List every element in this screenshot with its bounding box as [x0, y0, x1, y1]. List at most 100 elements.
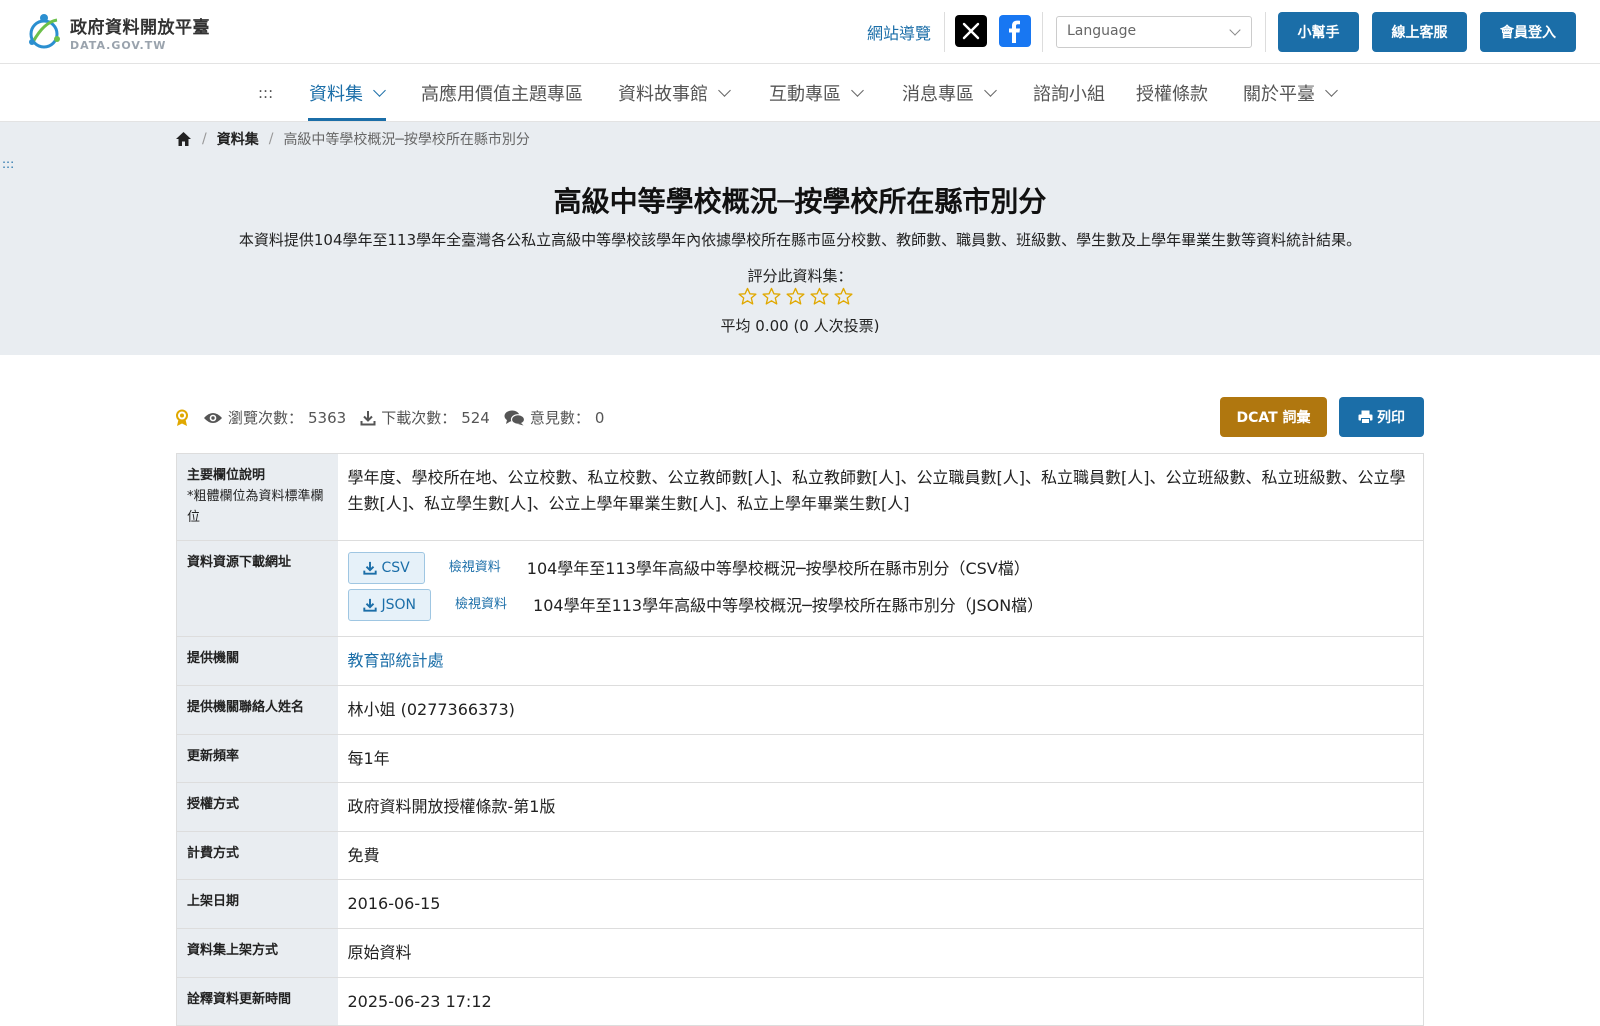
view-data-link[interactable]: 檢視資料	[455, 595, 507, 616]
row-value: 教育部統計處	[337, 636, 1424, 686]
print-button[interactable]: 列印	[1339, 397, 1424, 437]
active-nav-indicator	[308, 118, 386, 121]
rating-label: 評分此資料集：	[747, 267, 853, 285]
eye-icon	[204, 412, 222, 423]
row-label: 上架日期	[176, 879, 338, 929]
row-value: 每1年	[337, 733, 1424, 783]
logo-title: 政府資料開放平臺	[70, 17, 210, 38]
row-label: 詮釋資料更新時間	[176, 976, 338, 1026]
member-login-button[interactable]: 會員登入	[1480, 12, 1576, 52]
facebook-logo-icon	[1009, 20, 1020, 43]
online-support-button[interactable]: 線上客服	[1372, 12, 1467, 52]
nav-item-label: 消息專區	[902, 84, 974, 105]
comment-count: 意見數： 0	[504, 407, 604, 428]
dcat-vocabulary-button[interactable]: DCAT 詞彙	[1220, 397, 1327, 437]
download-icon	[362, 599, 377, 613]
chevron-down-icon	[851, 84, 864, 97]
row-label: 資料集上架方式	[176, 927, 338, 978]
table-row: 授權方式 政府資料開放授權條款-第1版	[176, 782, 1424, 832]
download-count: 下載次數： 524	[360, 407, 490, 428]
dataset-stats: 瀏覽次數： 5363 下載次數： 524 意見數： 0	[175, 407, 618, 428]
download-icon	[360, 410, 376, 425]
resources-list: CSV 檢視資料 104學年至113學年高級中等學校概況─按學校所在縣市別分（C…	[337, 540, 1424, 637]
nav-item-high-value[interactable]: 高應用價值主題專區	[421, 80, 583, 106]
fields-label: 主要欄位說明	[187, 468, 266, 483]
row-value: 2025-06-23 17:12	[337, 976, 1424, 1026]
row-label: 計費方式	[176, 830, 338, 880]
site-logo[interactable]: 政府資料開放平臺 DATA.GOV.TW	[24, 12, 210, 52]
breadcrumb-current: 高級中等學校概況─按學校所在縣市別分	[283, 132, 530, 148]
printer-icon	[1358, 410, 1373, 424]
table-row: 資料資源下載網址 CSV 檢視資料 104學年至113學年高級中等學校概況─按學…	[176, 540, 1424, 637]
logo-subtitle: DATA.GOV.TW	[70, 38, 167, 52]
star-icon[interactable]	[834, 287, 853, 306]
nav-item-label: 資料集	[309, 84, 363, 105]
nav-item-label: 諮詢小組	[1033, 84, 1105, 105]
nav-item-license[interactable]: 授權條款	[1136, 80, 1208, 106]
dataset-detail-table: 主要欄位說明 *粗體欄位為資料標準欄位 學年度、學校所在地、公立校數、私立校數、…	[176, 452, 1424, 1026]
language-select-value: Language	[1067, 23, 1137, 39]
nav-item-data-stories[interactable]: 資料故事館	[618, 80, 731, 106]
view-count-value: 5363	[308, 408, 347, 427]
row-label: 更新頻率	[176, 733, 338, 783]
breadcrumb-separator: /	[202, 131, 207, 147]
helper-button[interactable]: 小幫手	[1278, 12, 1359, 52]
row-value: 免費	[337, 830, 1424, 880]
accesskey-anchor[interactable]: :::	[258, 84, 273, 102]
main-nav: ::: 資料集 高應用價值主題專區 資料故事館 互動專區 消息專區 諮詢小組 授…	[0, 64, 1600, 122]
fields-value: 學年度、學校所在地、公立校數、私立校數、公立教師數[人]、私立教師數[人]、公立…	[337, 452, 1424, 541]
chevron-down-icon	[718, 84, 731, 97]
resource-item: JSON 檢視資料 104學年至113學年高級中等學校概況─按學校所在縣市別分（…	[347, 588, 1414, 622]
content-accesskey-anchor[interactable]: :::	[2, 157, 14, 171]
row-value: 原始資料	[337, 927, 1424, 978]
row-label: 提供機關聯絡人姓名	[176, 684, 338, 735]
table-row: 主要欄位說明 *粗體欄位為資料標準欄位 學年度、學校所在地、公立校數、私立校數、…	[176, 452, 1424, 541]
view-count-label: 瀏覽次數：	[228, 409, 304, 427]
download-count-label: 下載次數：	[381, 409, 457, 427]
language-select[interactable]: Language	[1056, 16, 1252, 48]
star-icon[interactable]	[810, 287, 829, 306]
nav-item-about[interactable]: 關於平臺	[1243, 80, 1338, 106]
dataset-description: 本資料提供104學年至113學年全臺灣各公私立高級中等學校該學年內依據學校所在縣…	[238, 231, 1362, 249]
site-nav-link[interactable]: 網站導覽	[867, 20, 931, 44]
row-value: 政府資料開放授權條款-第1版	[337, 782, 1424, 832]
site-header: 政府資料開放平臺 DATA.GOV.TW 網站導覽 Language 小幫手 線…	[0, 0, 1600, 64]
view-count: 瀏覽次數： 5363	[203, 407, 346, 428]
row-value: 林小姐 (0277366373)	[337, 684, 1424, 735]
table-row: 資料集上架方式 原始資料	[176, 927, 1424, 978]
download-csv-button[interactable]: CSV	[347, 552, 425, 585]
resource-name: 104學年至113學年高級中等學校概況─按學校所在縣市別分（CSV檔）	[526, 558, 1030, 578]
nav-item-label: 關於平臺	[1243, 84, 1315, 105]
award-icon	[176, 409, 188, 426]
nav-item-interactive[interactable]: 互動專區	[769, 80, 864, 106]
row-label: 主要欄位說明 *粗體欄位為資料標準欄位	[176, 452, 338, 541]
home-icon[interactable]	[175, 131, 192, 147]
breadcrumb-separator: /	[268, 131, 274, 147]
table-row: 更新頻率 每1年	[176, 733, 1424, 783]
table-row: 詮釋資料更新時間 2025-06-23 17:12	[176, 976, 1424, 1026]
comment-count-label: 意見數：	[529, 409, 590, 427]
chevron-down-icon	[373, 84, 386, 97]
star-icon[interactable]	[738, 287, 757, 306]
download-json-button[interactable]: JSON	[347, 589, 432, 622]
breadcrumb-datasets[interactable]: 資料集	[217, 129, 259, 149]
nav-item-datasets[interactable]: 資料集	[309, 80, 386, 106]
table-row: 提供機關聯絡人姓名 林小姐 (0277366373)	[176, 684, 1424, 735]
nav-item-news[interactable]: 消息專區	[902, 80, 997, 106]
star-icon[interactable]	[786, 287, 805, 306]
nav-item-advisory[interactable]: 諮詢小組	[1033, 80, 1105, 106]
divider	[1265, 12, 1266, 52]
facebook-share-button[interactable]	[999, 15, 1031, 47]
star-icon[interactable]	[762, 287, 781, 306]
nav-item-label: 高應用價值主題專區	[421, 84, 583, 105]
row-label: 授權方式	[176, 782, 338, 832]
view-data-link[interactable]: 檢視資料	[449, 558, 501, 579]
provider-link[interactable]: 教育部統計處	[348, 651, 444, 670]
breadcrumb: / 資料集 / 高級中等學校概況─按學校所在縣市別分	[175, 129, 530, 149]
table-row: 計費方式 免費	[176, 830, 1424, 880]
x-share-button[interactable]	[955, 15, 987, 47]
row-value: 2016-06-15	[337, 879, 1424, 929]
row-label: 提供機關	[176, 636, 338, 686]
nav-item-label: 授權條款	[1136, 84, 1208, 105]
nav-item-label: 資料故事館	[618, 84, 708, 105]
